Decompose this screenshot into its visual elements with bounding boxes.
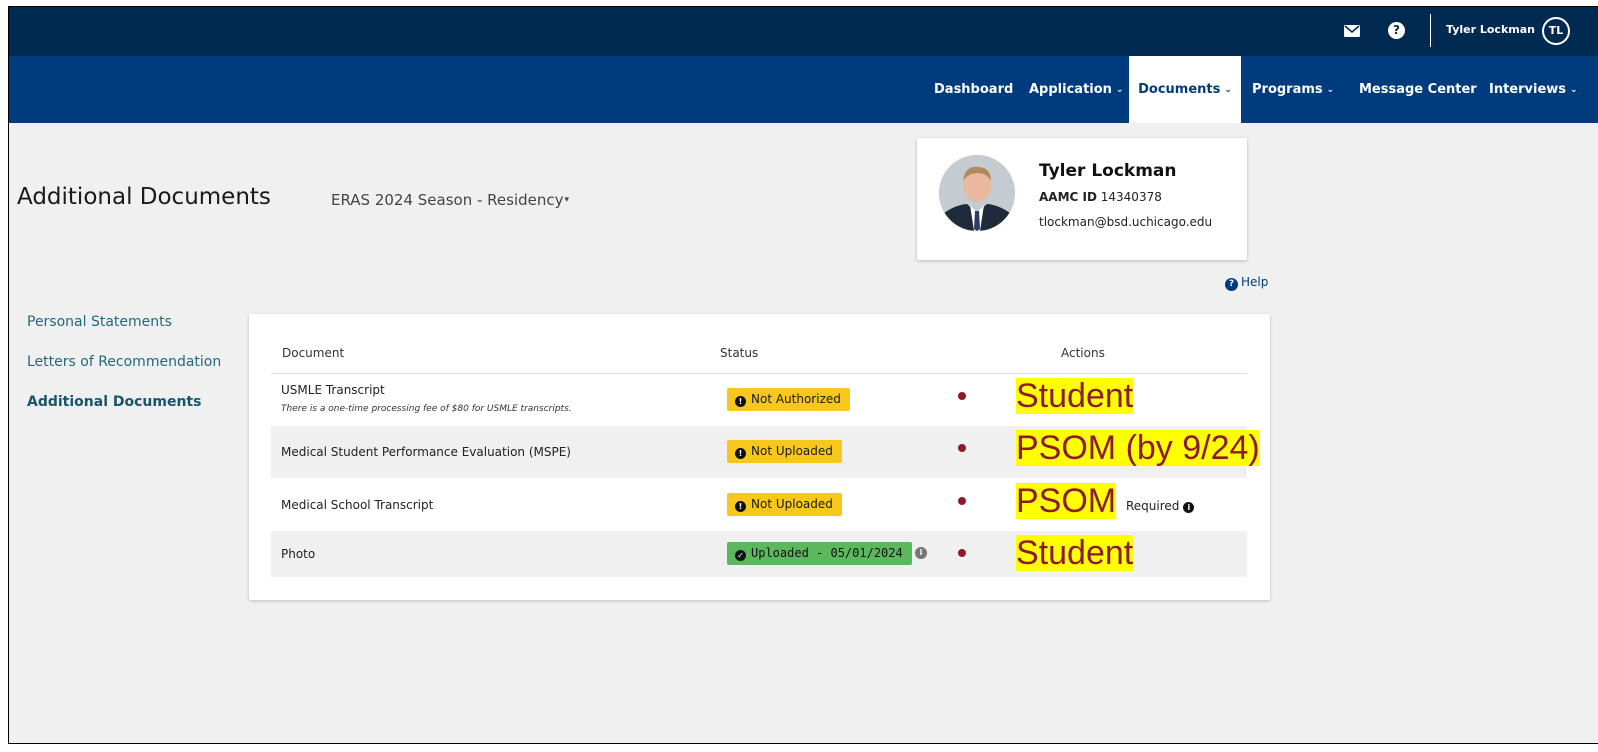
document-note: There is a one-time processing fee of $8… bbox=[281, 404, 572, 414]
status-text: Not Uploaded bbox=[751, 497, 833, 511]
nav-application-label: Application bbox=[1029, 82, 1112, 97]
sidebar-item-personal-statements[interactable]: Personal Statements bbox=[27, 314, 172, 330]
exclamation-circle-icon: ! bbox=[735, 396, 746, 407]
envelope-icon[interactable] bbox=[1344, 25, 1360, 37]
required-label: Required bbox=[1126, 499, 1180, 513]
document-name: Medical Student Performance Evaluation (… bbox=[281, 445, 571, 459]
info-circle-icon[interactable]: i bbox=[1183, 502, 1195, 513]
status-text: Not Uploaded bbox=[751, 444, 833, 458]
profile-email: tlockman@bsd.uchicago.edu bbox=[1039, 215, 1213, 229]
help-label: Help bbox=[1241, 275, 1269, 289]
status-badge: ! Not Authorized bbox=[727, 388, 850, 411]
status-text: Not Authorized bbox=[751, 392, 841, 406]
nav-documents-label: Documents bbox=[1138, 82, 1221, 97]
column-header-document: Document bbox=[282, 346, 345, 360]
season-selector[interactable]: ERAS 2024 Season - Residency▾ bbox=[331, 191, 569, 209]
caret-down-icon: ▾ bbox=[564, 195, 570, 205]
exclamation-circle-icon: ! bbox=[735, 501, 746, 512]
nav-application[interactable]: Application ⌄ bbox=[1029, 56, 1123, 123]
document-name: USMLE Transcript bbox=[281, 383, 385, 397]
aamc-id-value: 14340378 bbox=[1100, 190, 1162, 204]
page-title: Additional Documents bbox=[17, 184, 271, 210]
required-indicator: Required i bbox=[1126, 499, 1195, 513]
status-text: Uploaded - 05/01/2024 bbox=[751, 546, 903, 560]
table-row: Medical Student Performance Evaluation (… bbox=[271, 426, 1260, 478]
bullet-marker bbox=[958, 549, 966, 557]
aamc-id-label: AAMC ID bbox=[1039, 190, 1097, 204]
profile-name: Tyler Lockman bbox=[1039, 161, 1177, 181]
status-badge: ✓ Uploaded - 05/01/2024 bbox=[727, 542, 912, 565]
status-badge: ! Not Uploaded bbox=[727, 493, 842, 516]
bullet-marker bbox=[958, 497, 966, 505]
user-initials-avatar[interactable]: TL bbox=[1542, 17, 1570, 45]
document-name: Medical School Transcript bbox=[281, 498, 434, 512]
main-nav: Dashboard Application ⌄ Documents ⌄ Progra… bbox=[9, 56, 1598, 123]
table-row: USMLE Transcript There is a one-time pro… bbox=[271, 374, 1247, 426]
table-row: Photo ✓ Uploaded - 05/01/2024 i Student bbox=[271, 531, 1247, 577]
profile-aamc-id: AAMC ID 14340378 bbox=[1039, 190, 1162, 204]
nav-interviews-label: Interviews bbox=[1489, 82, 1567, 97]
bullet-marker bbox=[958, 392, 966, 400]
column-header-status: Status bbox=[720, 346, 759, 360]
info-circle-icon[interactable]: i bbox=[915, 547, 927, 559]
chevron-down-icon: ⌄ bbox=[1570, 85, 1578, 95]
nav-interviews[interactable]: Interviews ⌄ bbox=[1489, 56, 1578, 123]
sidebar-item-additional-documents[interactable]: Additional Documents bbox=[27, 394, 201, 410]
chevron-down-icon: ⌄ bbox=[1326, 85, 1335, 95]
bullet-marker bbox=[958, 444, 966, 452]
sidebar-item-letters-of-recommendation[interactable]: Letters of Recommendation bbox=[27, 354, 221, 370]
check-circle-icon: ✓ bbox=[735, 550, 746, 561]
status-badge: ! Not Uploaded bbox=[727, 440, 842, 463]
chevron-down-icon: ⌄ bbox=[1115, 85, 1124, 95]
responsibility-annotation: PSOM bbox=[1016, 482, 1117, 520]
question-circle-icon: ? bbox=[1225, 278, 1238, 291]
header-user-name[interactable]: Tyler Lockman bbox=[1446, 23, 1535, 36]
column-header-actions: Actions bbox=[1061, 346, 1105, 360]
profile-card: Tyler Lockman AAMC ID 14340378 tlockman@… bbox=[917, 138, 1247, 260]
nav-documents[interactable]: Documents ⌄ bbox=[1129, 56, 1241, 123]
profile-photo bbox=[939, 155, 1015, 231]
nav-message-center[interactable]: Message Center bbox=[1359, 56, 1477, 123]
responsibility-annotation: Student bbox=[1016, 377, 1134, 415]
documents-card: Document Status Actions USMLE Transcript… bbox=[249, 314, 1270, 600]
nav-programs[interactable]: Programs ⌄ bbox=[1252, 56, 1334, 123]
top-utility-bar: ? Tyler Lockman TL bbox=[9, 7, 1598, 56]
exclamation-circle-icon: ! bbox=[735, 448, 746, 459]
nav-message-center-label: Message Center bbox=[1359, 82, 1477, 97]
season-label: ERAS 2024 Season - Residency bbox=[331, 191, 564, 209]
document-name: Photo bbox=[281, 547, 316, 561]
app-frame: ? Tyler Lockman TL Dashboard Application… bbox=[8, 6, 1598, 744]
responsibility-annotation: Student bbox=[1016, 534, 1134, 572]
nav-dashboard-label: Dashboard bbox=[934, 82, 1014, 97]
nav-programs-label: Programs bbox=[1252, 82, 1323, 97]
table-row: Medical School Transcript ! Not Uploaded … bbox=[271, 478, 1247, 531]
nav-dashboard[interactable]: Dashboard bbox=[934, 56, 1013, 123]
chevron-down-icon: ⌄ bbox=[1224, 85, 1232, 95]
question-circle-icon[interactable]: ? bbox=[1388, 22, 1405, 39]
help-link[interactable]: ? Help bbox=[1225, 275, 1268, 291]
header-divider bbox=[1430, 14, 1431, 47]
responsibility-annotation: PSOM (by 9/24) bbox=[1016, 429, 1260, 467]
